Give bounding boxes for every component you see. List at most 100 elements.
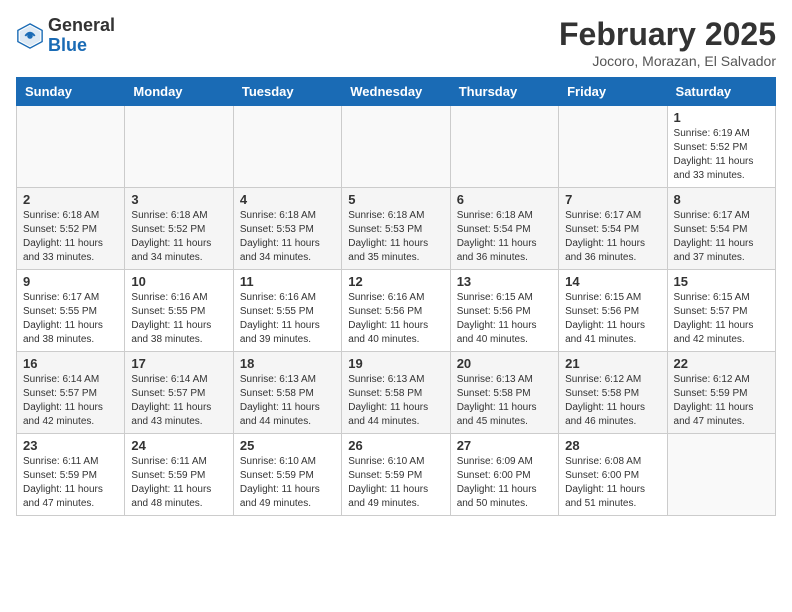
- day-info: Sunrise: 6:13 AM Sunset: 5:58 PM Dayligh…: [457, 373, 552, 429]
- calendar-table: SundayMondayTuesdayWednesdayThursdayFrid…: [16, 77, 776, 516]
- day-number: 21: [565, 356, 660, 371]
- day-number: 15: [674, 274, 769, 289]
- day-info: Sunrise: 6:16 AM Sunset: 5:56 PM Dayligh…: [348, 291, 443, 347]
- calendar-day: 6 Sunrise: 6:18 AM Sunset: 5:54 PM Daylig…: [450, 188, 558, 270]
- calendar-day: 28 Sunrise: 6:08 AM Sunset: 6:00 PM Dayli…: [559, 434, 667, 516]
- day-number: 9: [23, 274, 118, 289]
- day-number: 8: [674, 192, 769, 207]
- calendar-day: [559, 106, 667, 188]
- calendar-day: 17 Sunrise: 6:14 AM Sunset: 5:57 PM Dayli…: [125, 352, 233, 434]
- logo-text: General Blue: [48, 16, 115, 56]
- day-info: Sunrise: 6:11 AM Sunset: 5:59 PM Dayligh…: [131, 455, 226, 511]
- day-info: Sunrise: 6:10 AM Sunset: 5:59 PM Dayligh…: [240, 455, 335, 511]
- calendar-day: 24 Sunrise: 6:11 AM Sunset: 5:59 PM Dayli…: [125, 434, 233, 516]
- day-info: Sunrise: 6:18 AM Sunset: 5:52 PM Dayligh…: [131, 209, 226, 265]
- calendar-day: 2 Sunrise: 6:18 AM Sunset: 5:52 PM Daylig…: [17, 188, 125, 270]
- day-info: Sunrise: 6:14 AM Sunset: 5:57 PM Dayligh…: [131, 373, 226, 429]
- day-info: Sunrise: 6:18 AM Sunset: 5:53 PM Dayligh…: [348, 209, 443, 265]
- calendar-day: 7 Sunrise: 6:17 AM Sunset: 5:54 PM Daylig…: [559, 188, 667, 270]
- day-info: Sunrise: 6:13 AM Sunset: 5:58 PM Dayligh…: [240, 373, 335, 429]
- calendar-day: 27Sunrise: 6:09 AM Sunset: 6:00 PM Dayli…: [450, 434, 558, 516]
- day-info: Sunrise: 6:19 AM Sunset: 5:52 PM Dayligh…: [674, 127, 769, 183]
- day-info: Sunrise: 6:16 AM Sunset: 5:55 PM Dayligh…: [131, 291, 226, 347]
- day-number: 27: [457, 438, 552, 453]
- day-info: Sunrise: 6:10 AM Sunset: 5:59 PM Dayligh…: [348, 455, 443, 511]
- day-info: Sunrise: 6:15 AM Sunset: 5:57 PM Dayligh…: [674, 291, 769, 347]
- day-number: 2: [23, 192, 118, 207]
- calendar-week-row: 1 Sunrise: 6:19 AM Sunset: 5:52 PM Daylig…: [17, 106, 776, 188]
- column-header-monday: Monday: [125, 78, 233, 106]
- page-header: General Blue February 2025 Jocoro, Moraz…: [16, 16, 776, 69]
- day-number: 10: [131, 274, 226, 289]
- day-number: 1: [674, 110, 769, 125]
- column-header-sunday: Sunday: [17, 78, 125, 106]
- day-number: 3: [131, 192, 226, 207]
- title-block: February 2025 Jocoro, Morazan, El Salvad…: [559, 16, 776, 69]
- calendar-title: February 2025: [559, 16, 776, 53]
- day-number: 4: [240, 192, 335, 207]
- calendar-week-row: 2 Sunrise: 6:18 AM Sunset: 5:52 PM Daylig…: [17, 188, 776, 270]
- calendar-day: 3 Sunrise: 6:18 AM Sunset: 5:52 PM Daylig…: [125, 188, 233, 270]
- calendar-day: [667, 434, 775, 516]
- day-info: Sunrise: 6:08 AM Sunset: 6:00 PM Dayligh…: [565, 455, 660, 511]
- column-header-saturday: Saturday: [667, 78, 775, 106]
- calendar-day: 5 Sunrise: 6:18 AM Sunset: 5:53 PM Daylig…: [342, 188, 450, 270]
- calendar-day: 14Sunrise: 6:15 AM Sunset: 5:56 PM Dayli…: [559, 270, 667, 352]
- day-info: Sunrise: 6:16 AM Sunset: 5:55 PM Dayligh…: [240, 291, 335, 347]
- day-number: 23: [23, 438, 118, 453]
- calendar-day: [450, 106, 558, 188]
- calendar-subtitle: Jocoro, Morazan, El Salvador: [559, 53, 776, 69]
- day-info: Sunrise: 6:17 AM Sunset: 5:54 PM Dayligh…: [674, 209, 769, 265]
- day-number: 26: [348, 438, 443, 453]
- calendar-day: 25 Sunrise: 6:10 AM Sunset: 5:59 PM Dayli…: [233, 434, 341, 516]
- day-info: Sunrise: 6:18 AM Sunset: 5:53 PM Dayligh…: [240, 209, 335, 265]
- day-number: 7: [565, 192, 660, 207]
- day-info: Sunrise: 6:11 AM Sunset: 5:59 PM Dayligh…: [23, 455, 118, 511]
- day-number: 6: [457, 192, 552, 207]
- calendar-day: 18 Sunrise: 6:13 AM Sunset: 5:58 PM Dayli…: [233, 352, 341, 434]
- logo: General Blue: [16, 16, 115, 56]
- calendar-day: 8 Sunrise: 6:17 AM Sunset: 5:54 PM Daylig…: [667, 188, 775, 270]
- calendar-day: 22 Sunrise: 6:12 AM Sunset: 5:59 PM Dayli…: [667, 352, 775, 434]
- day-info: Sunrise: 6:17 AM Sunset: 5:55 PM Dayligh…: [23, 291, 118, 347]
- calendar-day: 11 Sunrise: 6:16 AM Sunset: 5:55 PM Dayli…: [233, 270, 341, 352]
- column-header-thursday: Thursday: [450, 78, 558, 106]
- calendar-week-row: 23 Sunrise: 6:11 AM Sunset: 5:59 PM Dayli…: [17, 434, 776, 516]
- calendar-day: 23 Sunrise: 6:11 AM Sunset: 5:59 PM Dayli…: [17, 434, 125, 516]
- calendar-day: 1 Sunrise: 6:19 AM Sunset: 5:52 PM Daylig…: [667, 106, 775, 188]
- day-number: 12: [348, 274, 443, 289]
- calendar-day: 16 Sunrise: 6:14 AM Sunset: 5:57 PM Dayli…: [17, 352, 125, 434]
- day-info: Sunrise: 6:17 AM Sunset: 5:54 PM Dayligh…: [565, 209, 660, 265]
- calendar-day: 13Sunrise: 6:15 AM Sunset: 5:56 PM Dayli…: [450, 270, 558, 352]
- day-number: 28: [565, 438, 660, 453]
- logo-icon: [16, 22, 44, 50]
- day-number: 25: [240, 438, 335, 453]
- day-info: Sunrise: 6:13 AM Sunset: 5:58 PM Dayligh…: [348, 373, 443, 429]
- day-number: 16: [23, 356, 118, 371]
- day-info: Sunrise: 6:12 AM Sunset: 5:59 PM Dayligh…: [674, 373, 769, 429]
- column-header-friday: Friday: [559, 78, 667, 106]
- calendar-day: 19Sunrise: 6:13 AM Sunset: 5:58 PM Dayli…: [342, 352, 450, 434]
- calendar-day: [17, 106, 125, 188]
- day-info: Sunrise: 6:14 AM Sunset: 5:57 PM Dayligh…: [23, 373, 118, 429]
- calendar-day: [125, 106, 233, 188]
- calendar-day: 21 Sunrise: 6:12 AM Sunset: 5:58 PM Dayli…: [559, 352, 667, 434]
- column-header-tuesday: Tuesday: [233, 78, 341, 106]
- day-number: 22: [674, 356, 769, 371]
- day-number: 20: [457, 356, 552, 371]
- day-number: 13: [457, 274, 552, 289]
- day-info: Sunrise: 6:12 AM Sunset: 5:58 PM Dayligh…: [565, 373, 660, 429]
- calendar-day: 26 Sunrise: 6:10 AM Sunset: 5:59 PM Dayli…: [342, 434, 450, 516]
- day-info: Sunrise: 6:15 AM Sunset: 5:56 PM Dayligh…: [565, 291, 660, 347]
- calendar-day: 4 Sunrise: 6:18 AM Sunset: 5:53 PM Daylig…: [233, 188, 341, 270]
- day-info: Sunrise: 6:18 AM Sunset: 5:52 PM Dayligh…: [23, 209, 118, 265]
- day-info: Sunrise: 6:18 AM Sunset: 5:54 PM Dayligh…: [457, 209, 552, 265]
- day-number: 24: [131, 438, 226, 453]
- day-number: 17: [131, 356, 226, 371]
- calendar-day: 12 Sunrise: 6:16 AM Sunset: 5:56 PM Dayli…: [342, 270, 450, 352]
- calendar-day: 15 Sunrise: 6:15 AM Sunset: 5:57 PM Dayli…: [667, 270, 775, 352]
- day-number: 11: [240, 274, 335, 289]
- calendar-week-row: 9 Sunrise: 6:17 AM Sunset: 5:55 PM Daylig…: [17, 270, 776, 352]
- day-number: 5: [348, 192, 443, 207]
- day-number: 18: [240, 356, 335, 371]
